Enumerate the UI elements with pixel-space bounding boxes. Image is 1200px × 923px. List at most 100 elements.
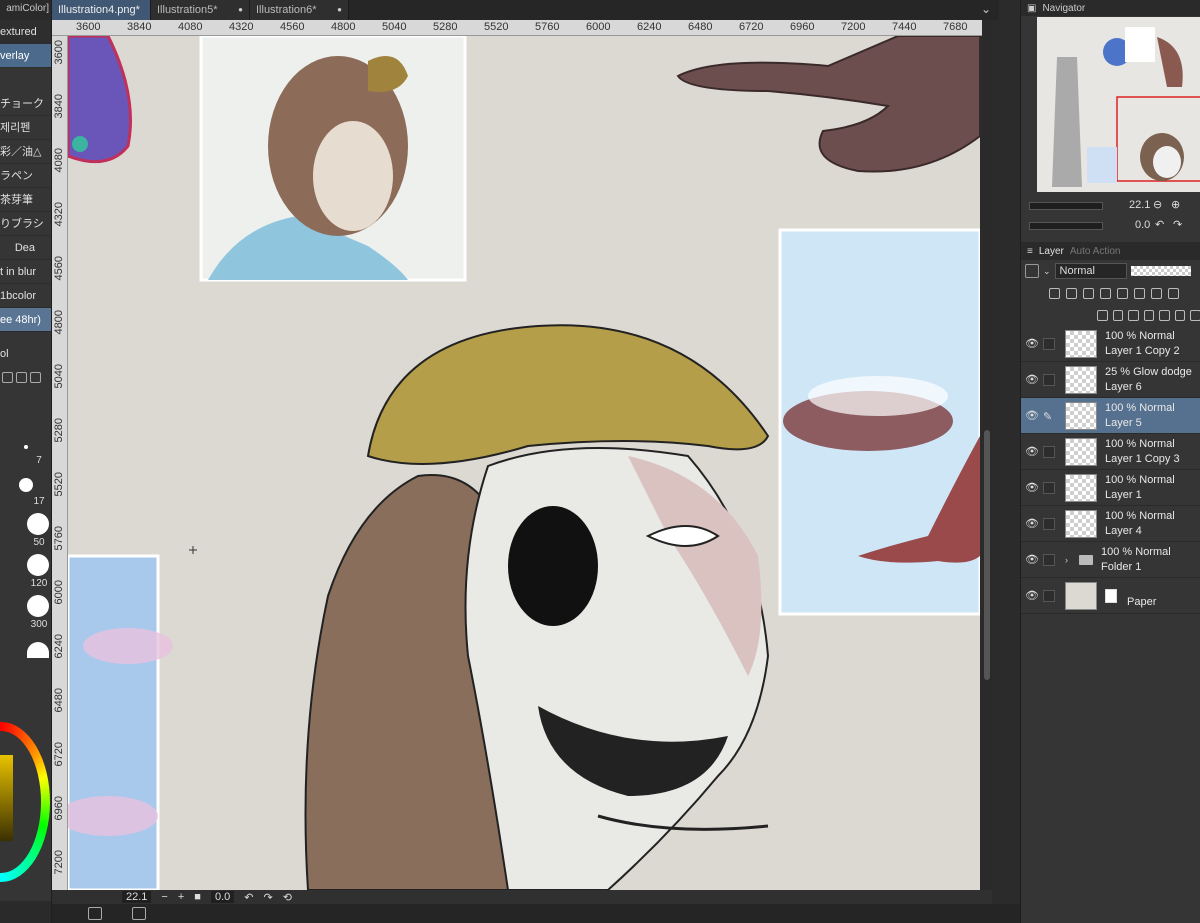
add-icon[interactable] — [16, 371, 27, 383]
brush-item-blur[interactable]: t in blur — [0, 260, 51, 284]
ruler-tick-label: 6000 — [586, 21, 611, 33]
brush-item-oil[interactable]: 彩／油△ — [0, 140, 51, 164]
zoom-in-icon[interactable]: + — [178, 891, 184, 903]
tab-illustration6[interactable]: Illustration6* ● — [250, 0, 349, 20]
copy-layer-icon[interactable] — [1143, 309, 1155, 321]
brush-item-brush[interactable]: りブラシ — [0, 212, 51, 236]
rotate-left-icon[interactable]: ↶ — [1155, 218, 1164, 231]
chevron-down-icon[interactable]: ⌄ — [981, 2, 991, 16]
drawing-canvas[interactable] — [68, 36, 980, 890]
new-vector-icon[interactable] — [1112, 309, 1124, 321]
eye-icon[interactable]: 👁 — [1021, 589, 1043, 602]
mask-add-icon[interactable] — [1174, 309, 1186, 321]
blend-mode-select[interactable]: Normal — [1054, 263, 1127, 279]
layer-row[interactable]: 👁 100 % Normal Layer 4 — [1021, 506, 1200, 542]
brush-size-120[interactable]: 120 — [0, 548, 51, 589]
reference-icon[interactable] — [1066, 287, 1077, 299]
fit-icon[interactable]: ■ — [194, 891, 201, 903]
layer-lock-box[interactable] — [1043, 481, 1055, 494]
eye-icon[interactable]: 👁 — [1021, 373, 1043, 386]
angle-value[interactable]: 0.0 — [210, 891, 235, 903]
layer-row-selected[interactable]: 👁 ✎ 100 % Normal Layer 5 — [1021, 398, 1200, 434]
brush-item-bcolor[interactable]: 1bcolor — [0, 284, 51, 308]
opacity-slider[interactable] — [1130, 266, 1191, 276]
rotate-left-icon[interactable]: ↶ — [244, 891, 253, 904]
new-raster-icon[interactable] — [1097, 309, 1108, 321]
layer-row[interactable]: 👁 100 % Normal Layer 1 — [1021, 470, 1200, 506]
canvas-status-bar: 22.1 − + ■ 0.0 ↶ ↷ ⟲ — [52, 890, 992, 904]
brush-item-tea[interactable]: 茶芽筆 — [0, 188, 51, 212]
rotate-right-icon[interactable]: ↷ — [263, 891, 272, 904]
chevron-down-icon[interactable]: ⌄ — [1043, 266, 1051, 277]
tab-layer[interactable]: Layer — [1039, 246, 1064, 257]
layer-thumbnail — [1065, 401, 1097, 430]
merge-icon[interactable] — [1159, 309, 1170, 321]
brush-size-300[interactable]: 300 — [0, 589, 51, 630]
color-square[interactable] — [0, 755, 13, 841]
rotation-slider[interactable] — [1029, 222, 1103, 230]
delete-icon[interactable] — [1190, 309, 1200, 321]
timeline-icon[interactable] — [132, 907, 146, 920]
trash-icon[interactable] — [30, 371, 41, 383]
navigator-preview[interactable] — [1037, 17, 1200, 192]
tab-close-icon[interactable]: ● — [337, 0, 342, 20]
layer-lock-box[interactable] — [1043, 589, 1055, 602]
copy-icon[interactable] — [2, 371, 13, 383]
pencil-icon: ✎ — [1043, 410, 1053, 423]
brush-size-17[interactable]: 17 — [0, 466, 51, 507]
zoom-value[interactable]: 22.1 — [122, 891, 152, 903]
layer-row[interactable]: 👁 100 % Normal Layer 1 Copy 2 — [1021, 326, 1200, 362]
brush-size-max[interactable] — [0, 630, 51, 658]
chevron-right-icon[interactable]: › — [1065, 555, 1079, 565]
lock-icon[interactable] — [1083, 287, 1094, 299]
brush-item-overlay[interactable]: verlay — [0, 44, 51, 68]
mask-icon[interactable] — [1117, 287, 1128, 299]
color-icon[interactable] — [1151, 287, 1162, 299]
brush-size-7[interactable]: 7 — [0, 425, 51, 466]
zoom-in-icon[interactable]: ⊕ — [1171, 198, 1180, 211]
tab-illustration4[interactable]: Illustration4.png*● — [52, 0, 163, 20]
brush-item-textured[interactable]: extured — [0, 20, 51, 44]
zoom-out-icon[interactable]: ⊖ — [1153, 198, 1162, 211]
brush-item-jelly-pen[interactable]: 제리펜 — [0, 116, 51, 140]
layer-row[interactable]: 👁 100 % Normal Layer 1 Copy 3 — [1021, 434, 1200, 470]
eye-icon[interactable]: 👁 — [1021, 445, 1043, 458]
new-folder-icon[interactable] — [1128, 309, 1139, 321]
layer-lock-box[interactable] — [1043, 337, 1055, 350]
lock-alpha-icon[interactable] — [1100, 287, 1111, 299]
layer-lock-box[interactable] — [1043, 553, 1055, 566]
layer-name: Layer 5 — [1105, 416, 1142, 429]
brush-item-pen[interactable]: ラペン — [0, 164, 51, 188]
eye-icon[interactable]: 👁 — [1021, 553, 1043, 566]
rotate-right-icon[interactable]: ↷ — [1173, 218, 1182, 231]
canvas-vertical-scrollbar[interactable] — [982, 20, 992, 890]
eye-icon[interactable]: 👁 — [1021, 481, 1043, 494]
scrollbar-thumb[interactable] — [984, 430, 990, 680]
layer-lock-box[interactable] — [1043, 517, 1055, 530]
expand-icon[interactable] — [1168, 287, 1179, 299]
tab-auto-action[interactable]: Auto Action — [1070, 246, 1121, 257]
tab-illustration5[interactable]: Illustration5* ● — [151, 0, 250, 20]
tab-close-icon[interactable]: ● — [238, 0, 243, 20]
ruler-tick-label: 5040 — [382, 21, 407, 33]
layer-lock-box[interactable] — [1043, 445, 1055, 458]
ruler-icon[interactable] — [1134, 287, 1145, 299]
brush-item-dea[interactable]: Dea — [0, 236, 51, 260]
layer-row[interactable]: 👁 25 % Glow dodge Layer 6 — [1021, 362, 1200, 398]
brush-size-50[interactable]: 50 — [0, 507, 51, 548]
eye-icon[interactable]: 👁 — [1021, 337, 1043, 350]
reset-rotation-icon[interactable]: ⟲ — [283, 891, 292, 904]
eye-icon[interactable]: 👁 — [1021, 409, 1043, 422]
brush-item-chalk[interactable]: チョーク — [0, 92, 51, 116]
layer-color-icon[interactable] — [1025, 264, 1039, 278]
paper-layer-row[interactable]: 👁 Paper — [1021, 578, 1200, 614]
zoom-out-icon[interactable]: − — [161, 891, 167, 903]
folder-row[interactable]: 👁 › 100 % Normal Folder 1 — [1021, 542, 1200, 578]
clip-icon[interactable] — [1049, 287, 1060, 299]
panel-toggle-icon[interactable] — [88, 907, 102, 920]
zoom-slider[interactable] — [1029, 202, 1103, 210]
brush-item-free[interactable]: ee 48hr) — [0, 308, 51, 332]
eye-icon[interactable]: 👁 — [1021, 517, 1043, 530]
layer-lock-box[interactable] — [1043, 373, 1055, 386]
brush-item-ol[interactable]: ol — [0, 342, 51, 366]
